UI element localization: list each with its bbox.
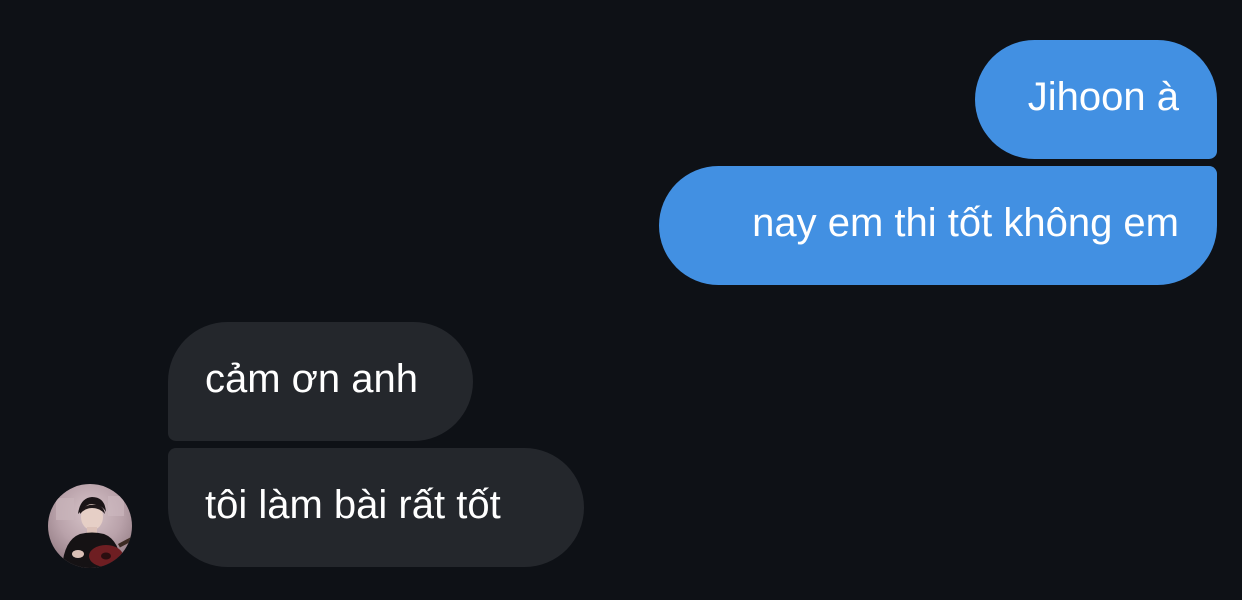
message-bubble-received[interactable]: tôi làm bài rất tốt [168, 448, 584, 567]
message-text: tôi làm bài rất tốt [205, 482, 501, 527]
message-text: cảm ơn anh [205, 356, 419, 401]
message-text: nay em thi tốt không em [752, 200, 1179, 245]
message-bubble-sent[interactable]: Jihoon à [975, 40, 1217, 159]
message-text: Jihoon à [1027, 74, 1179, 119]
message-bubble-received[interactable]: cảm ơn anh [168, 322, 473, 441]
message-bubble-sent[interactable]: nay em thi tốt không em [659, 166, 1217, 285]
avatar-photo [48, 484, 132, 568]
avatar[interactable] [48, 484, 132, 568]
